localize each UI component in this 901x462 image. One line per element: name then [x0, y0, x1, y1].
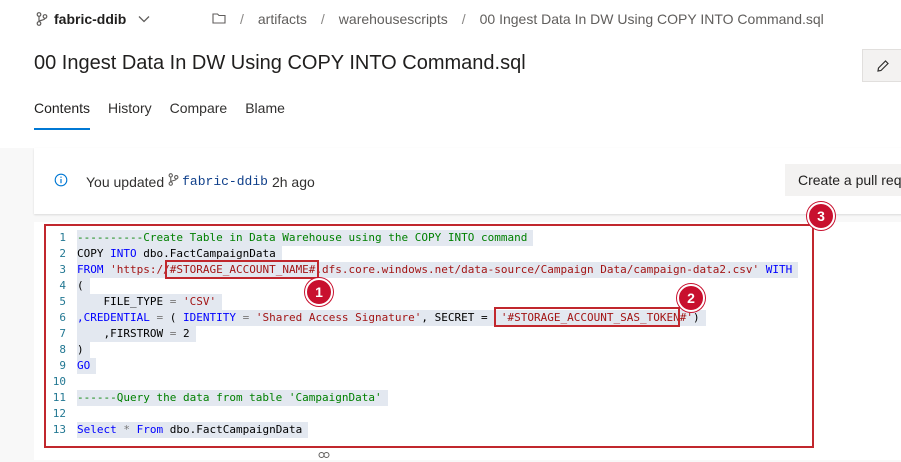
- file-header: 00 Ingest Data In DW Using COPY INTO Com…: [0, 40, 901, 148]
- top-bar: fabric-ddib / artifacts / warehousescrip…: [0, 0, 901, 40]
- breadcrumb-warehousescripts[interactable]: warehousescripts: [339, 11, 448, 27]
- breadcrumb-artifacts[interactable]: artifacts: [258, 11, 307, 27]
- annotation-box-storage-account: [165, 260, 319, 279]
- breadcrumb-separator: /: [461, 11, 466, 27]
- branch-icon: [168, 173, 179, 190]
- tab-blame[interactable]: Blame: [245, 100, 285, 130]
- repo-name: fabric-ddib: [54, 11, 127, 27]
- file-tabs: Contents History Compare Blame: [34, 100, 285, 130]
- breadcrumb: / artifacts / warehousescripts / 00 Inge…: [212, 11, 824, 27]
- notice-branch-link[interactable]: fabric-ddib: [168, 173, 268, 190]
- tab-history[interactable]: History: [108, 100, 152, 130]
- chevron-down-icon: [138, 15, 150, 23]
- page-title: 00 Ingest Data In DW Using COPY INTO Com…: [34, 52, 526, 74]
- breadcrumb-separator: /: [240, 11, 244, 27]
- notice-message: You updated fabric-ddib 2h ago: [86, 173, 315, 190]
- folder-icon[interactable]: [212, 11, 226, 27]
- notice-branch-name: fabric-ddib: [182, 174, 268, 189]
- callout-badge-1: 1: [305, 278, 333, 306]
- tab-compare[interactable]: Compare: [170, 100, 228, 130]
- breadcrumb-separator: /: [320, 11, 325, 27]
- annotation-box-code: [44, 224, 814, 448]
- callout-badge-2: 2: [677, 284, 705, 312]
- breadcrumb-file[interactable]: 00 Ingest Data In DW Using COPY INTO Com…: [480, 11, 824, 27]
- branch-icon: [36, 12, 48, 26]
- update-notice: You updated fabric-ddib 2h ago Create a …: [34, 148, 901, 214]
- info-icon: [54, 173, 68, 192]
- create-pull-request-button[interactable]: Create a pull req: [785, 164, 901, 196]
- edit-button[interactable]: [862, 49, 901, 82]
- annotation-box-sas-token: [494, 307, 680, 327]
- tab-contents[interactable]: Contents: [34, 100, 91, 130]
- notice-time: 2h ago: [271, 173, 315, 190]
- callout-badge-3: 3: [807, 202, 835, 230]
- repo-selector[interactable]: fabric-ddib: [36, 11, 150, 27]
- notice-prefix: You updated: [86, 173, 165, 190]
